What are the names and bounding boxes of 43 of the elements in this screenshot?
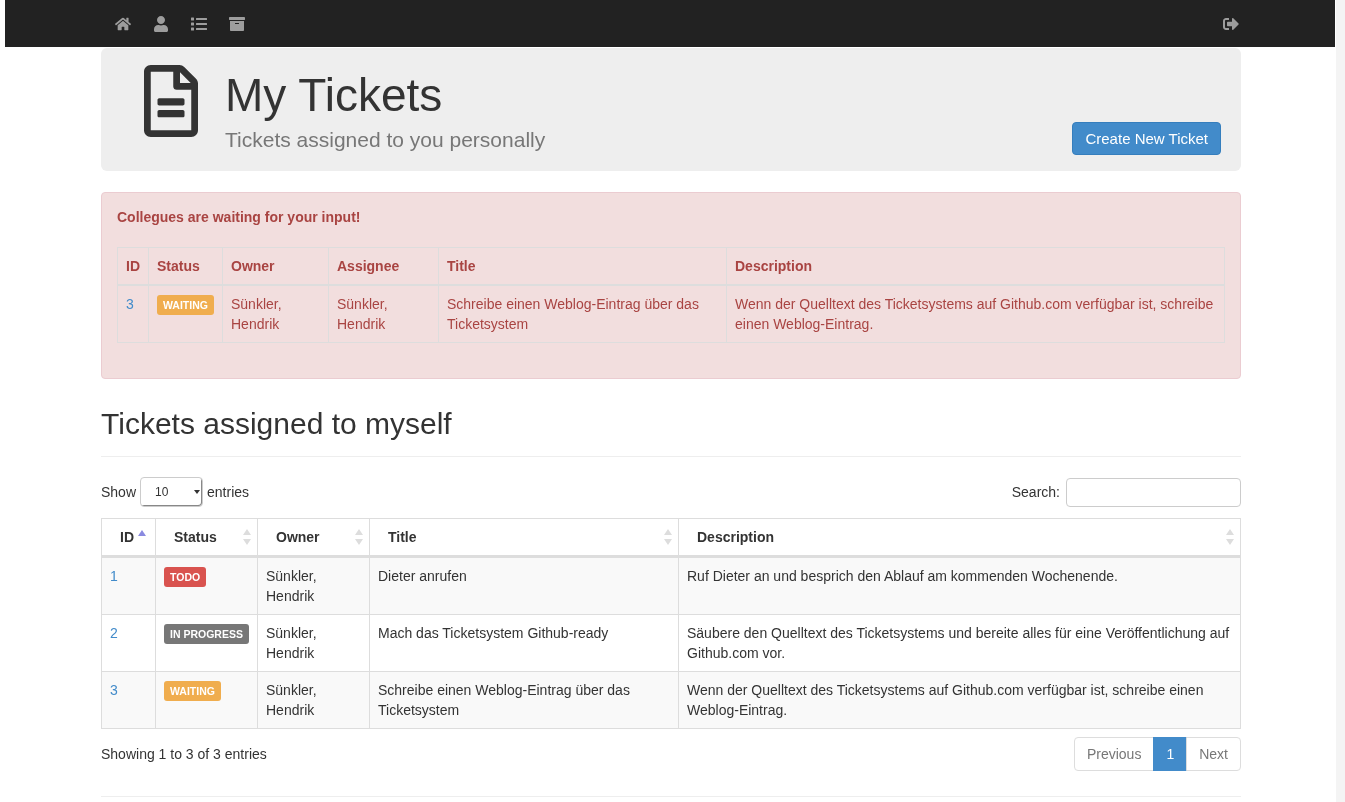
alert-heading: Collegues are waiting for your input! — [117, 209, 362, 225]
ticket-id-link[interactable]: 3 — [126, 296, 134, 312]
status-badge: WAITING — [164, 681, 221, 701]
ticket-id-link[interactable]: 1 — [110, 568, 118, 584]
column-header: Status — [148, 247, 223, 285]
table-cell: Wenn der Quelltext des Ticketsystems auf Github.com verfügbar ist, schreibe einen Weblog-Eintrag. — [726, 285, 1225, 343]
create-ticket-button[interactable]: Create New Ticket — [1072, 122, 1221, 155]
show-label: Show — [101, 484, 137, 500]
table-cell: Sünkler, Hendrik — [257, 614, 370, 672]
status-badge: IN PROGRESS — [164, 624, 249, 644]
table-cell: Sünkler, Hendrik — [257, 671, 370, 729]
ticket-id-link[interactable]: 2 — [110, 625, 118, 641]
entries-label: entries — [207, 484, 250, 500]
entries-info: Showing 1 to 3 of 3 entries — [101, 746, 267, 762]
list-icon[interactable] — [191, 15, 207, 32]
status-badge: TODO — [164, 567, 207, 587]
user-icon[interactable] — [153, 15, 169, 32]
page-subtitle: Tickets assigned to you personally — [225, 128, 547, 152]
search-label: Search: — [1011, 484, 1060, 500]
table-cell: Sünkler, Hendrik — [222, 285, 329, 343]
section-title: Tickets assigned to myself — [101, 407, 1241, 457]
archive-icon[interactable] — [229, 15, 245, 32]
column-header: Assignee — [328, 247, 439, 285]
table-cell: Sünkler, Hendrik — [328, 285, 439, 343]
column-header: Description — [726, 247, 1225, 285]
table-cell: Schreibe einen Weblog-Eintrag über das Ticketsystem — [369, 671, 679, 729]
home-icon[interactable] — [115, 15, 131, 32]
table-cell: Schreibe einen Weblog-Eintrag über das Ticketsystem — [438, 285, 727, 343]
search-field[interactable] — [1066, 477, 1241, 507]
table-cell: Säubere den Quelltext des Ticketsystems und bereite alles für eine Veröffentlichung auf Github.com vor. — [678, 614, 1241, 672]
column-header: Title — [438, 247, 727, 285]
table-cell: Dieter anrufen — [369, 556, 679, 615]
column-header: ID — [117, 247, 149, 285]
entries-select[interactable]: 10 — [140, 477, 204, 507]
column-header: Owner — [222, 247, 329, 285]
table-cell: Mach das Ticketsystem Github-ready — [369, 614, 679, 672]
table-cell: Wenn der Quelltext des Ticketsystems auf Github.com verfügbar ist, schreibe einen Weblog-Eintrag. — [678, 671, 1241, 729]
status-badge: WAITING — [157, 295, 214, 315]
ticket-id-link[interactable]: 3 — [110, 682, 118, 698]
table-cell: Sünkler, Hendrik — [257, 556, 370, 615]
table-cell: Ruf Dieter an und besprich den Ablauf am kommenden Wochenende. — [678, 556, 1241, 615]
logout-icon[interactable] — [1223, 15, 1239, 32]
page-button[interactable]: 1 — [1153, 737, 1188, 771]
